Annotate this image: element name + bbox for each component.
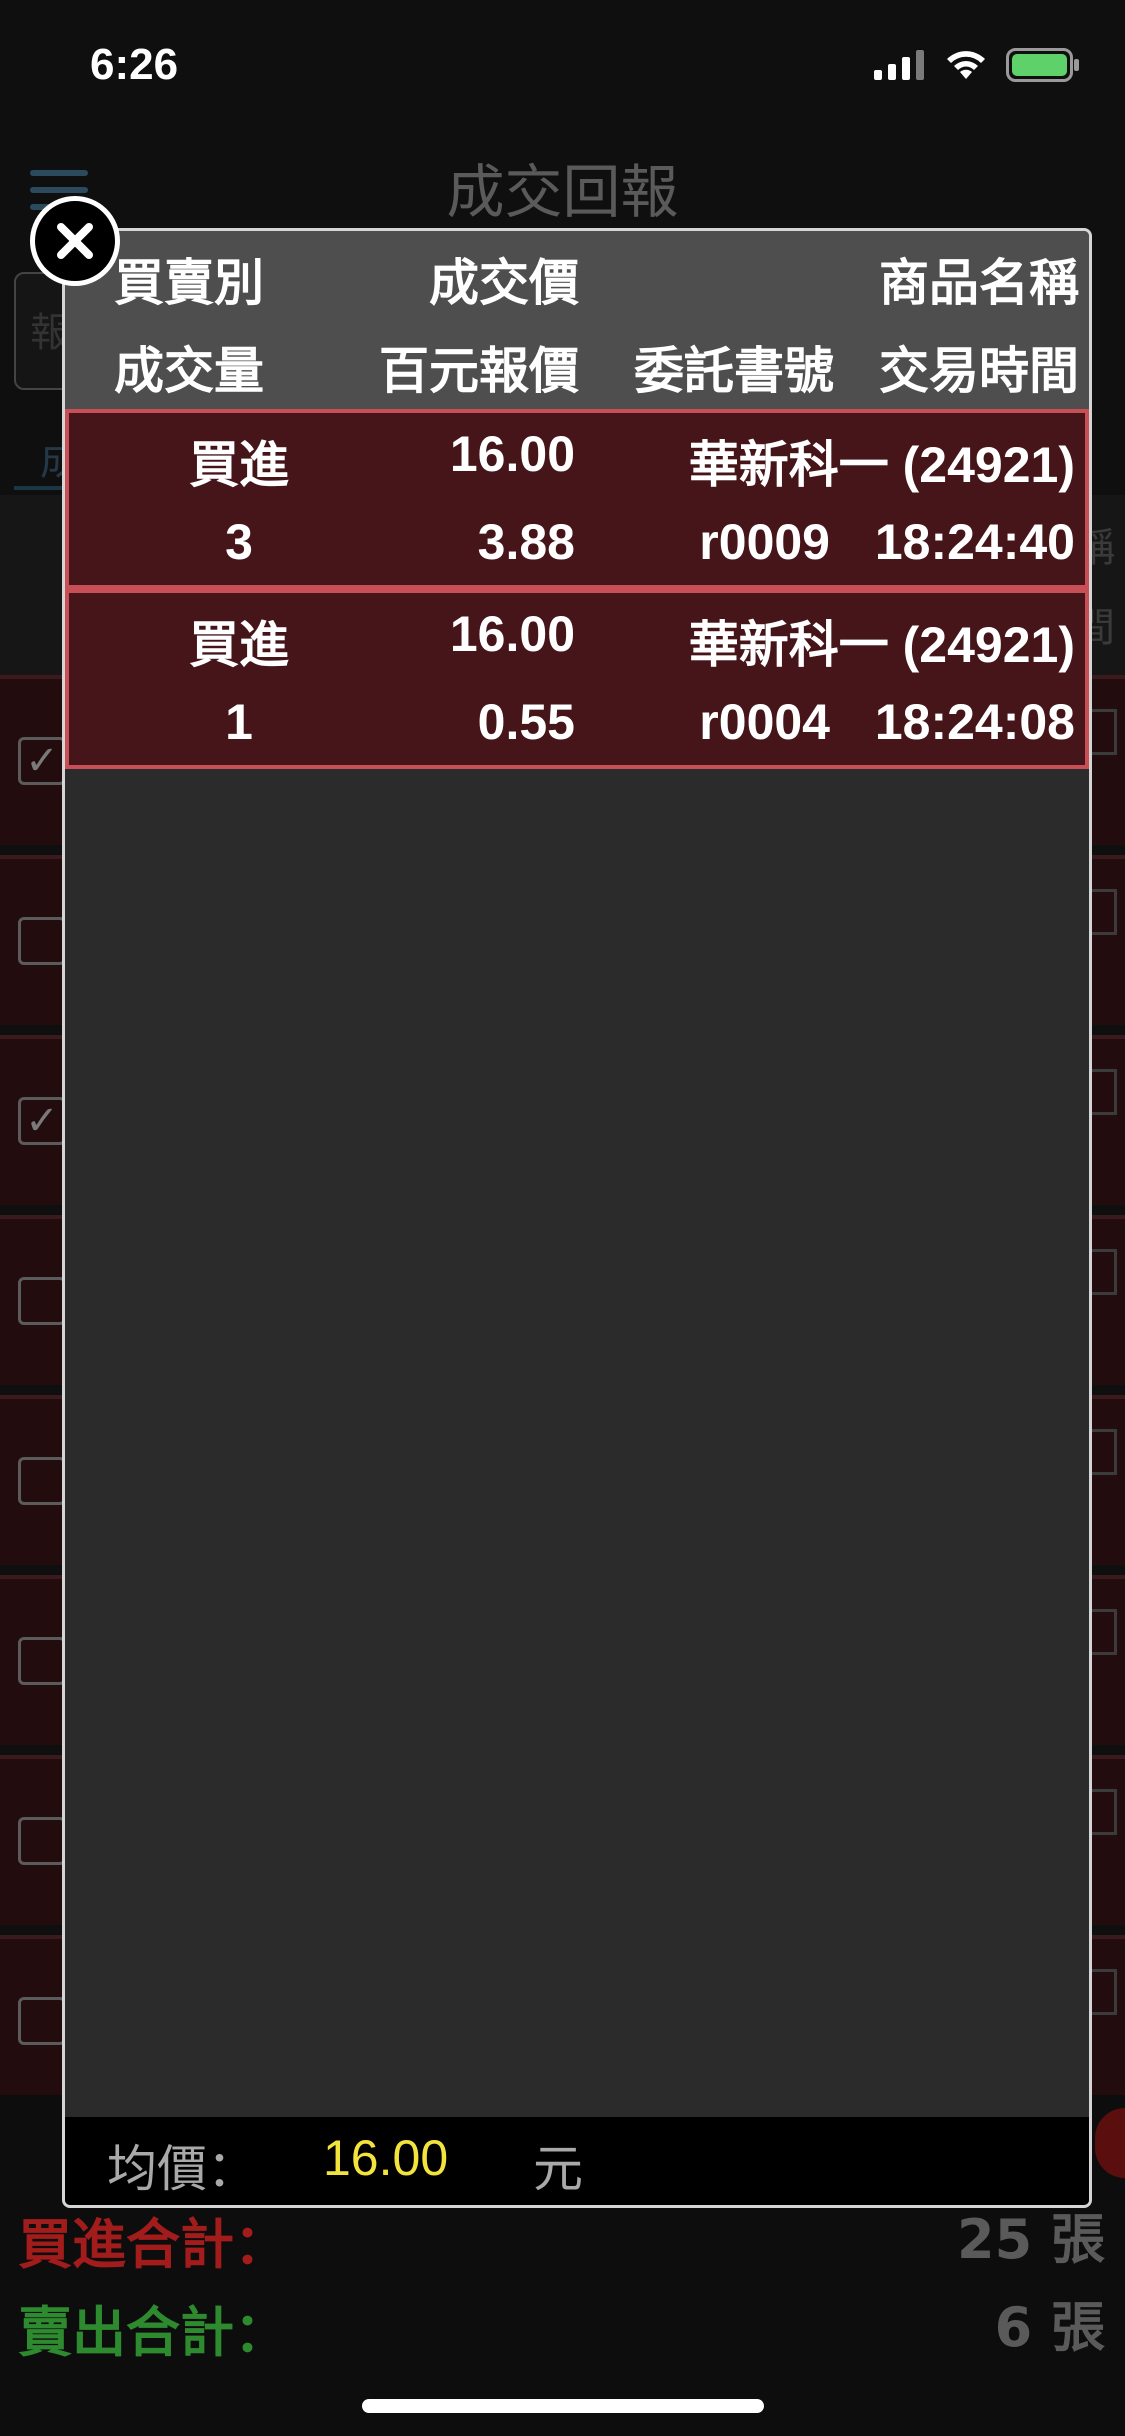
- row-checkbox[interactable]: [18, 1277, 66, 1325]
- row-checkbox[interactable]: [18, 1817, 66, 1865]
- header-side: 買賣別: [114, 255, 264, 311]
- status-icons: [874, 48, 1080, 82]
- sell-total-label: 賣出合計：: [18, 2301, 288, 2364]
- header-order-no: 委託書號: [634, 343, 834, 399]
- trade-time: 18:24:08: [874, 694, 1075, 750]
- trade-product: 華新科一 (24921): [688, 617, 1075, 673]
- cellular-signal-icon: [874, 50, 924, 80]
- table-header: 買賣別 成交價 商品名稱 成交量 百元報價 委託書號 交易時間: [65, 231, 1089, 409]
- trade-price: 16.00: [449, 606, 575, 662]
- row-edge: [1089, 1429, 1117, 1475]
- trade-qty: 3: [225, 514, 253, 570]
- close-icon: [57, 223, 93, 259]
- trade-qty: 1: [225, 694, 253, 750]
- row-edge: [1089, 889, 1117, 935]
- trade-order-no: r0004: [699, 694, 830, 750]
- header-quote: 百元報價: [379, 343, 579, 399]
- home-indicator[interactable]: [362, 2399, 764, 2413]
- sell-total-value: 6 張: [994, 2296, 1105, 2359]
- header-product: 商品名稱: [879, 255, 1079, 311]
- row-checkbox[interactable]: [18, 917, 66, 965]
- row-checkbox[interactable]: ✓: [18, 1097, 66, 1145]
- average-price-unit: 元: [533, 2140, 583, 2198]
- trade-time: 18:24:40: [874, 514, 1075, 570]
- trade-price: 16.00: [449, 426, 575, 482]
- row-edge: [1089, 1969, 1117, 2015]
- trade-product: 華新科一 (24921): [688, 437, 1075, 493]
- trade-detail-dialog: 買賣別 成交價 商品名稱 成交量 百元報價 委託書號 交易時間 買進 16.00…: [62, 228, 1092, 2208]
- row-edge: [1089, 1249, 1117, 1295]
- row-checkbox[interactable]: [18, 1457, 66, 1505]
- trade-quote: 0.55: [477, 694, 575, 750]
- status-time: 6:26: [90, 40, 179, 89]
- trade-row[interactable]: 買進 16.00 華新科一 (24921) 3 3.88 r0009 18:24…: [65, 409, 1089, 589]
- page-title: 成交回報: [446, 158, 679, 226]
- trade-quote: 3.88: [477, 514, 575, 570]
- close-button[interactable]: [30, 196, 120, 286]
- battery-icon: [1006, 48, 1079, 82]
- header-qty: 成交量: [114, 343, 264, 399]
- average-price-label: 均價：: [107, 2140, 257, 2198]
- row-edge: [1089, 709, 1117, 755]
- row-edge: [1089, 1069, 1117, 1115]
- trade-side: 買進: [189, 437, 289, 493]
- row-edge: [1089, 1789, 1117, 1835]
- row-checkbox[interactable]: [18, 1997, 66, 2045]
- header-price: 成交價: [429, 255, 579, 311]
- buy-total-label: 買進合計：: [18, 2213, 288, 2276]
- header-time: 交易時間: [879, 343, 1079, 399]
- trade-side: 買進: [189, 617, 289, 673]
- status-bar: 6:26: [0, 0, 1125, 132]
- average-price-bar: 均價： 16.00 元: [65, 2117, 1089, 2205]
- screen: 6:26 成交回報 報 成 稱 間 ✓ ✓ 買進合計： 25 張 賣出合計： 6…: [0, 0, 1125, 2436]
- row-checkbox[interactable]: [18, 1637, 66, 1685]
- average-price-value: 16.00: [323, 2130, 449, 2186]
- trade-order-no: r0009: [699, 514, 830, 570]
- trade-row[interactable]: 買進 16.00 華新科一 (24921) 1 0.55 r0004 18:24…: [65, 589, 1089, 769]
- row-checkbox[interactable]: ✓: [18, 737, 66, 785]
- row-edge: [1089, 1609, 1117, 1655]
- wifi-icon: [947, 51, 985, 79]
